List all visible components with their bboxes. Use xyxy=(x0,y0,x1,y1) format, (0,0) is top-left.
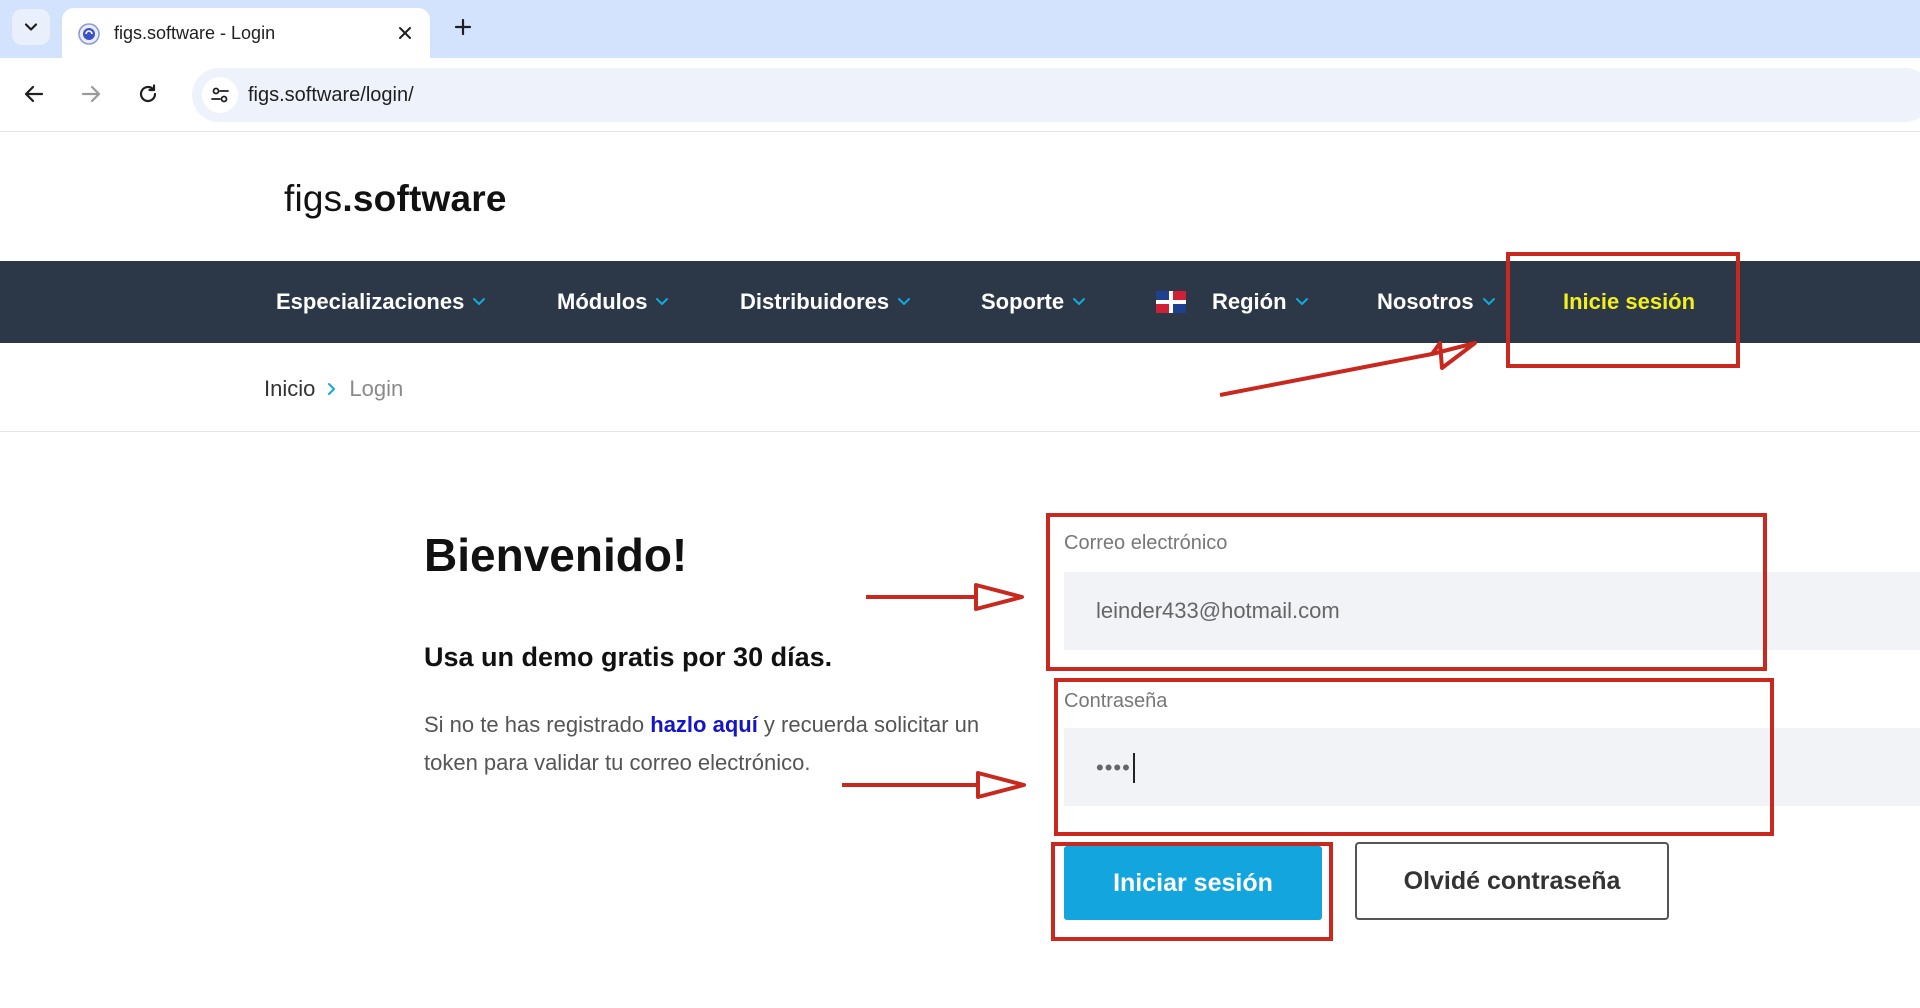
back-button[interactable] xyxy=(16,76,52,112)
browser-toolbar: figs.software/login/ xyxy=(0,58,1920,132)
demo-subheading: Usa un demo gratis por 30 días. xyxy=(424,642,833,672)
forward-button[interactable] xyxy=(73,76,109,112)
tab-close-button[interactable] xyxy=(392,20,418,46)
arrow-left-icon xyxy=(24,85,44,103)
text-caret xyxy=(1132,753,1135,783)
nav-label: Inicie sesión xyxy=(1563,289,1696,314)
register-link[interactable]: hazlo aquí xyxy=(650,712,758,737)
browser-tabstrip: figs.software - Login xyxy=(0,0,1920,58)
new-tab-button[interactable] xyxy=(448,12,478,42)
nav-item-soporte[interactable]: Soporte xyxy=(981,261,1086,343)
reload-button[interactable] xyxy=(130,76,166,112)
site-favicon-icon xyxy=(78,23,100,45)
chevron-down-icon xyxy=(655,297,669,307)
nav-label: Nosotros xyxy=(1377,289,1474,314)
close-icon xyxy=(399,27,411,39)
arrow-to-login-nav xyxy=(1219,341,1477,397)
plus-icon xyxy=(454,18,472,36)
nav-item-especializaciones[interactable]: Especializaciones xyxy=(276,261,486,343)
tune-icon xyxy=(211,87,229,103)
logo-bold-text: .software xyxy=(342,178,507,219)
nav-item-login[interactable]: Inicie sesión xyxy=(1563,261,1695,343)
nav-item-region[interactable]: Región xyxy=(1156,261,1309,343)
password-field[interactable] xyxy=(1064,728,1920,806)
reload-icon xyxy=(139,84,157,103)
nav-label: Soporte xyxy=(981,289,1065,314)
site-header: figs.software xyxy=(0,133,1920,261)
chevron-down-icon xyxy=(472,297,486,307)
login-button[interactable]: Iniciar sesión xyxy=(1064,846,1322,920)
nav-item-nosotros[interactable]: Nosotros xyxy=(1377,261,1496,343)
site-info-button[interactable] xyxy=(202,77,238,113)
password-value: •••• xyxy=(1096,753,1135,783)
main-navigation: Especializaciones Módulos Distribuidores… xyxy=(0,261,1920,343)
password-dots: •••• xyxy=(1096,755,1131,780)
password-label: Contraseña xyxy=(1064,690,1168,712)
email-field[interactable] xyxy=(1064,572,1920,650)
tab-title: figs.software - Login xyxy=(114,23,276,43)
nav-item-distribuidores[interactable]: Distribuidores xyxy=(740,261,911,343)
divider xyxy=(0,431,1920,432)
url-text[interactable]: figs.software/login/ xyxy=(248,84,414,107)
arrow-right-icon xyxy=(81,85,101,103)
email-label: Correo electrónico xyxy=(1064,532,1228,554)
forgot-password-button[interactable]: Olvidé contraseña xyxy=(1355,842,1669,920)
chevron-down-icon xyxy=(1295,297,1309,307)
welcome-heading: Bienvenido! xyxy=(424,529,688,581)
nav-item-modulos[interactable]: Módulos xyxy=(557,261,669,343)
nav-label: Distribuidores xyxy=(740,289,890,314)
tab-search-button[interactable] xyxy=(12,9,50,45)
logo-light-text: figs xyxy=(284,178,343,219)
address-bar[interactable]: figs.software/login/ xyxy=(192,68,1920,122)
info-text-start: Si no te has registrado xyxy=(424,712,651,737)
chevron-down-icon xyxy=(1482,297,1496,307)
nav-label: Especializaciones xyxy=(276,289,465,314)
chevron-right-icon xyxy=(327,382,337,396)
breadcrumb: Inicio Login xyxy=(264,372,403,406)
browser-tab-active[interactable]: figs.software - Login xyxy=(62,8,430,58)
nav-label: Módulos xyxy=(557,289,648,314)
dominican-flag-icon xyxy=(1156,291,1186,313)
arrow-to-email-field xyxy=(866,583,1024,611)
site-logo[interactable]: figs.software xyxy=(284,178,507,220)
chevron-down-icon xyxy=(24,23,38,31)
breadcrumb-current: Login xyxy=(349,376,404,401)
register-info-text: Si no te has registrado hazlo aquí y rec… xyxy=(424,706,1024,782)
chevron-down-icon xyxy=(897,297,911,307)
nav-label: Región xyxy=(1212,289,1287,314)
chevron-down-icon xyxy=(1072,297,1086,307)
breadcrumb-home-link[interactable]: Inicio xyxy=(264,376,315,402)
